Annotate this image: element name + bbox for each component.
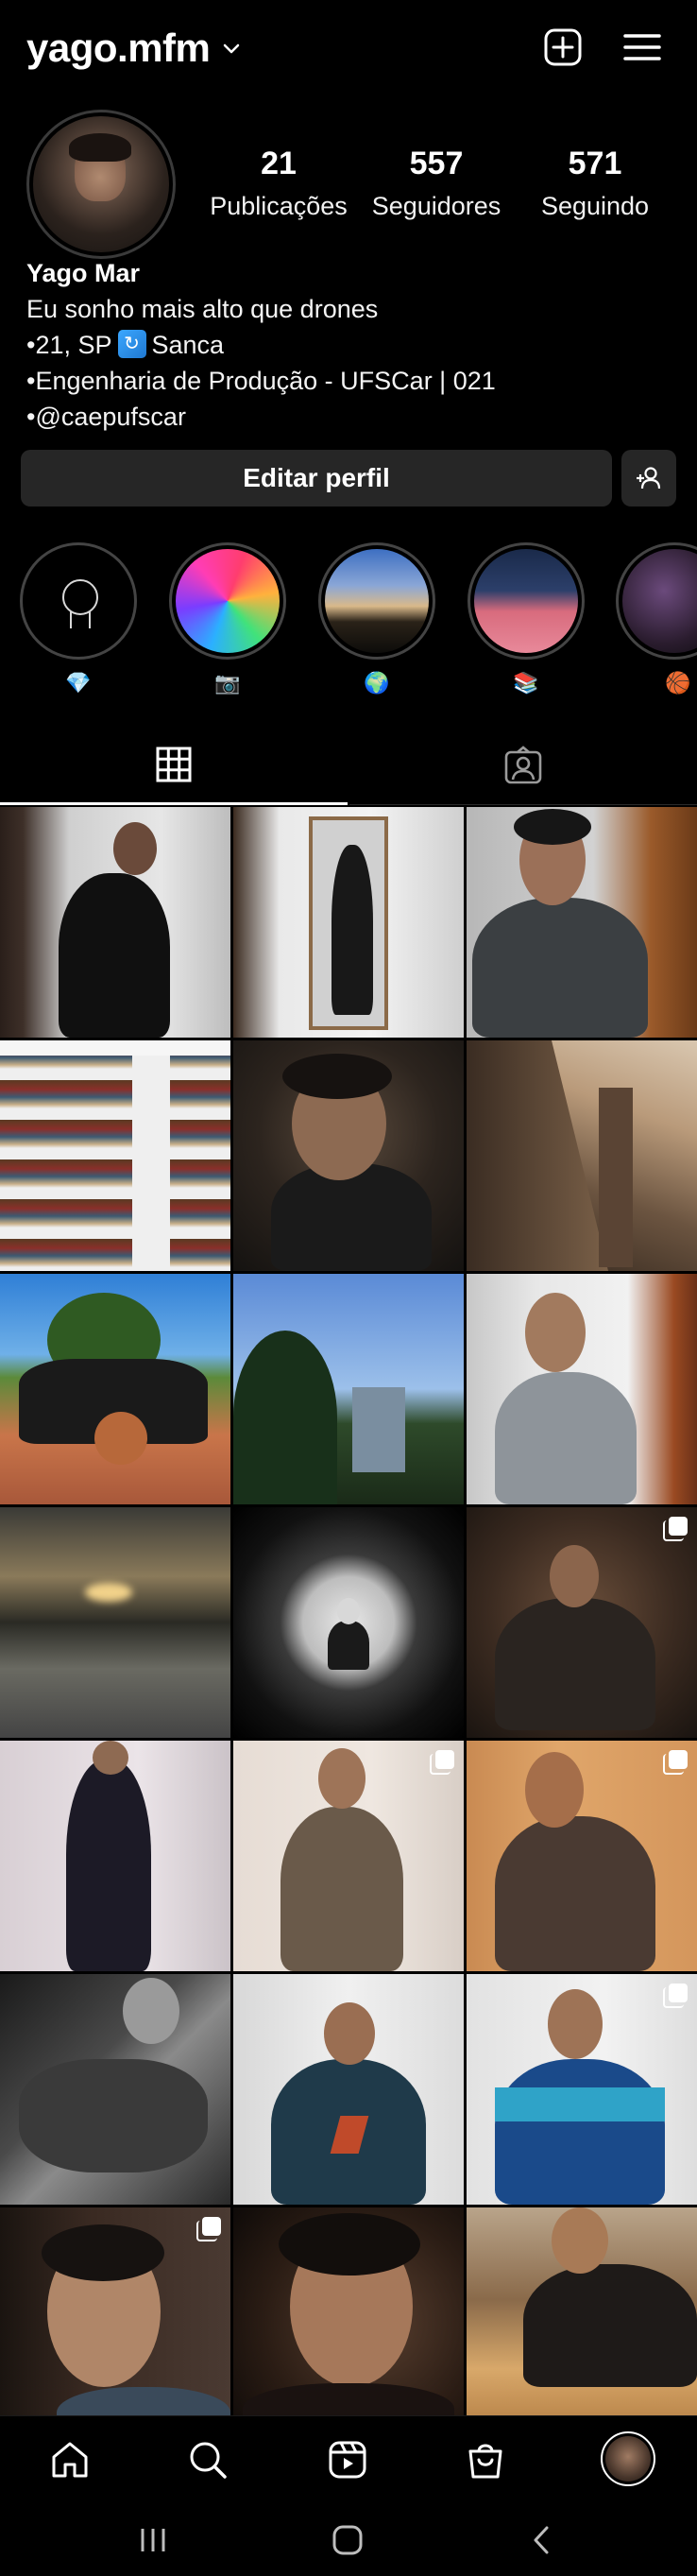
following-label: Seguindo bbox=[540, 192, 650, 220]
grid-icon bbox=[156, 747, 192, 781]
back-icon bbox=[534, 2526, 549, 2554]
highlight-label: 🌍 bbox=[364, 671, 390, 695]
highlight-label: 🏀 bbox=[665, 671, 691, 695]
carousel-icon bbox=[430, 1750, 454, 1775]
home-button-icon bbox=[332, 2525, 363, 2555]
highlight-cover bbox=[325, 549, 429, 653]
profile-avatar bbox=[605, 2436, 651, 2482]
nav-search[interactable] bbox=[183, 2435, 232, 2484]
carousel-icon bbox=[663, 1984, 688, 2008]
story-highlight[interactable]: 🏀 bbox=[616, 542, 697, 697]
story-highlight[interactable]: 🌍 bbox=[317, 542, 436, 697]
avatar-photo bbox=[33, 116, 169, 252]
username[interactable]: yago.mfm bbox=[26, 26, 211, 71]
post-thumbnail[interactable] bbox=[0, 1741, 230, 1971]
arrows-icon bbox=[117, 330, 146, 358]
carousel-icon bbox=[663, 1517, 688, 1541]
bio-text: •21, SP bbox=[26, 331, 112, 359]
profile-avatar[interactable] bbox=[26, 110, 176, 259]
post-thumbnail[interactable] bbox=[233, 807, 464, 1038]
posts-count: 21 bbox=[261, 146, 297, 181]
nav-shop[interactable] bbox=[461, 2435, 510, 2484]
highlight-label: 💎 bbox=[65, 671, 92, 695]
post-thumbnail[interactable] bbox=[0, 1274, 230, 1504]
highlight-cover bbox=[176, 549, 280, 653]
bio-line: •21, SP Sanca bbox=[26, 327, 678, 363]
bio-line: •Engenharia de Produção - UFSCar | 021 bbox=[26, 367, 496, 395]
carousel-icon bbox=[196, 2217, 221, 2241]
menu-icon[interactable] bbox=[620, 25, 665, 70]
post-thumbnail[interactable] bbox=[233, 1507, 464, 1738]
top-bar: yago.mfm bbox=[0, 0, 697, 98]
chevron-down-icon[interactable] bbox=[221, 38, 242, 59]
shop-icon bbox=[468, 2444, 502, 2479]
highlight-cover bbox=[474, 549, 578, 653]
post-thumbnail[interactable] bbox=[233, 1741, 464, 1971]
post-thumbnail[interactable] bbox=[0, 1040, 230, 1271]
story-highlight[interactable]: 💎 bbox=[19, 542, 138, 697]
post-thumbnail[interactable] bbox=[233, 1974, 464, 2205]
post-thumbnail[interactable] bbox=[467, 1040, 697, 1271]
bio: Yago Mar Eu sonho mais alto que drones •… bbox=[26, 255, 678, 435]
system-home-button[interactable] bbox=[327, 2519, 368, 2561]
nav-home[interactable] bbox=[45, 2435, 94, 2484]
post-thumbnail[interactable] bbox=[467, 1507, 697, 1738]
post-thumbnail[interactable] bbox=[467, 1274, 697, 1504]
post-thumbnail[interactable] bbox=[233, 1274, 464, 1504]
home-icon bbox=[52, 2442, 88, 2478]
post-thumbnail[interactable] bbox=[467, 1974, 697, 2205]
profile-tabs bbox=[0, 726, 697, 805]
nav-reels[interactable] bbox=[323, 2435, 372, 2484]
bio-mention-link[interactable]: •@caepufscar bbox=[26, 399, 678, 435]
tab-tagged[interactable] bbox=[349, 726, 697, 805]
post-thumbnail[interactable] bbox=[0, 1507, 230, 1738]
post-thumbnail[interactable] bbox=[0, 2207, 230, 2438]
recents-icon bbox=[141, 2529, 165, 2551]
bottom-navigation bbox=[0, 2415, 697, 2502]
system-navigation bbox=[0, 2502, 697, 2576]
posts-label: Publicações bbox=[210, 192, 348, 220]
highlight-label: 📚 bbox=[513, 671, 539, 695]
edit-profile-button[interactable]: Editar perfil bbox=[21, 450, 612, 507]
carousel-icon bbox=[663, 1750, 688, 1775]
bio-text: Sanca bbox=[151, 331, 225, 359]
post-thumbnail[interactable] bbox=[233, 2207, 464, 2438]
new-post-icon[interactable] bbox=[540, 25, 586, 70]
recents-button[interactable] bbox=[132, 2519, 174, 2561]
system-back-button[interactable] bbox=[521, 2519, 563, 2561]
post-thumbnail[interactable] bbox=[467, 2207, 697, 2438]
stat-followers[interactable]: 557 Seguidores bbox=[363, 146, 510, 221]
tagged-icon bbox=[504, 745, 542, 783]
reels-icon bbox=[329, 2441, 366, 2479]
nav-profile[interactable] bbox=[601, 2431, 655, 2486]
followers-count: 557 bbox=[409, 146, 464, 181]
add-person-icon bbox=[637, 467, 661, 489]
tab-posts-grid[interactable] bbox=[0, 726, 348, 805]
highlight-cover bbox=[26, 549, 130, 653]
account-switcher[interactable]: yago.mfm bbox=[26, 23, 242, 74]
following-count: 571 bbox=[568, 146, 622, 181]
highlight-cover bbox=[622, 549, 697, 653]
post-thumbnail[interactable] bbox=[233, 1040, 464, 1271]
post-thumbnail[interactable] bbox=[467, 807, 697, 1038]
display-name: Yago Mar bbox=[26, 259, 141, 287]
search-icon bbox=[190, 2442, 227, 2479]
highlight-label: 📷 bbox=[214, 671, 241, 695]
bio-line: Eu sonho mais alto que drones bbox=[26, 295, 379, 323]
story-highlight[interactable]: 📚 bbox=[467, 542, 586, 697]
story-highlight[interactable]: 📷 bbox=[168, 542, 287, 697]
post-thumbnail[interactable] bbox=[0, 807, 230, 1038]
post-thumbnail[interactable] bbox=[467, 1741, 697, 1971]
stat-posts[interactable]: 21 Publicações bbox=[200, 146, 357, 221]
discover-people-button[interactable] bbox=[621, 450, 676, 507]
stat-following[interactable]: 571 Seguindo bbox=[525, 146, 665, 221]
followers-label: Seguidores bbox=[371, 192, 502, 220]
post-thumbnail[interactable] bbox=[0, 1974, 230, 2205]
